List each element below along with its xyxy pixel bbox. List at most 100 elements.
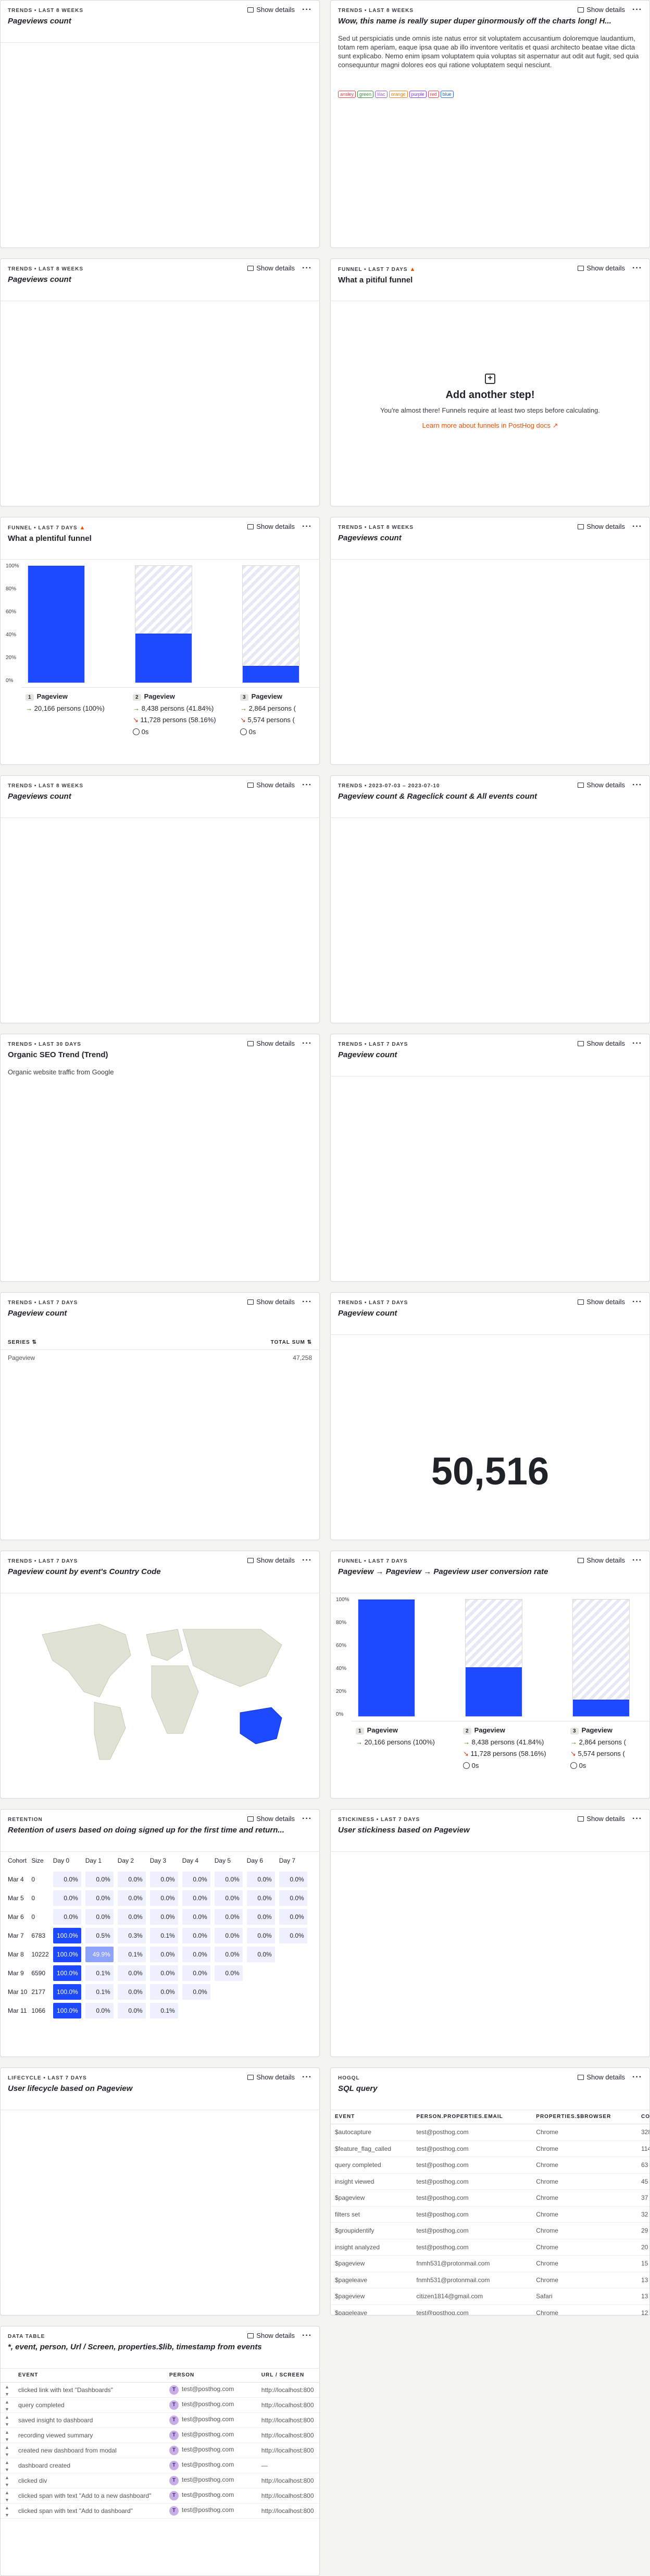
retention-cell[interactable]: 100.0% — [53, 1928, 81, 1943]
show-details-button[interactable]: Show details — [247, 523, 295, 530]
more-options-button[interactable]: ··· — [302, 781, 312, 789]
retention-cell[interactable]: 0.0% — [149, 1890, 178, 1906]
retention-cell[interactable]: 0.0% — [182, 1890, 210, 1906]
funnel-conversion-bar[interactable] — [573, 1700, 629, 1716]
map-africa[interactable] — [151, 1665, 199, 1734]
more-options-button[interactable]: ··· — [302, 1039, 312, 1047]
retention-cell[interactable]: 100.0% — [53, 1947, 81, 1962]
retention-cell[interactable]: 0.0% — [53, 1890, 81, 1906]
retention-cell[interactable]: 0.0% — [149, 1909, 178, 1925]
retention-cell[interactable]: 0.0% — [85, 1890, 114, 1906]
sql-column-header[interactable]: EVENT — [331, 2110, 413, 2124]
retention-cell[interactable] — [182, 2003, 210, 2018]
expand-row-icon[interactable]: ▲ ▼ — [5, 2445, 9, 2457]
retention-cell[interactable]: 49.9% — [85, 1947, 114, 1962]
retention-cell[interactable]: 0.0% — [117, 2003, 146, 2018]
retention-cell[interactable]: 0.0% — [182, 1872, 210, 1887]
retention-cell[interactable]: 0.0% — [214, 1947, 243, 1962]
data-column-header[interactable]: URL / SCREEN — [257, 2368, 319, 2383]
col-series[interactable]: SERIES ⇅ — [8, 1340, 37, 1345]
person-cell[interactable]: Ttest@posthog.com — [165, 2473, 257, 2488]
map-australia[interactable] — [240, 1707, 282, 1744]
data-column-header[interactable]: PERSON — [165, 2368, 257, 2383]
retention-cell[interactable]: 0.1% — [149, 2003, 178, 2018]
sql-column-header[interactable]: PROPERTIES.$BROWSER — [532, 2110, 637, 2124]
retention-cell[interactable] — [279, 2003, 307, 2018]
retention-cell[interactable]: 100.0% — [53, 1965, 81, 1981]
retention-cell[interactable]: 0.1% — [149, 1928, 178, 1943]
sql-column-header[interactable]: COU — [637, 2110, 649, 2124]
table-row[interactable]: ▲ ▼ query completed Ttest@posthog.com htt… — [1, 2397, 319, 2413]
more-options-button[interactable]: ··· — [302, 2073, 312, 2081]
person-cell[interactable]: Ttest@posthog.com — [165, 2397, 257, 2413]
retention-cell[interactable] — [247, 1984, 275, 2000]
retention-cell[interactable]: 0.1% — [117, 1947, 146, 1962]
funnel-conversion-bar[interactable] — [358, 1600, 415, 1716]
funnel-bar-step-2[interactable] — [135, 565, 192, 683]
table-row[interactable]: ▲ ▼ clicked span with text "Add to dashbo… — [1, 2503, 319, 2519]
map-north-america[interactable] — [42, 1624, 131, 1698]
retention-cell[interactable] — [279, 1947, 307, 1962]
sql-column-header[interactable]: PERSON.PROPERTIES.EMAIL — [412, 2110, 532, 2124]
show-details-button[interactable]: Show details — [578, 264, 625, 272]
map-south-america[interactable] — [94, 1702, 126, 1760]
show-details-button[interactable]: Show details — [247, 2073, 295, 2081]
col-total[interactable]: TOTAL SUM ⇅ — [271, 1340, 312, 1345]
person-cell[interactable]: Ttest@posthog.com — [165, 2443, 257, 2458]
retention-cell[interactable]: 0.0% — [279, 1928, 307, 1943]
person-cell[interactable]: Ttest@posthog.com — [165, 2412, 257, 2428]
person-cell[interactable]: Ttest@posthog.com — [165, 2488, 257, 2504]
tag[interactable]: ansley — [338, 91, 356, 98]
person-cell[interactable]: Ttest@posthog.com — [165, 2428, 257, 2443]
person-cell[interactable]: Ttest@posthog.com — [165, 2503, 257, 2519]
more-options-button[interactable]: ··· — [302, 522, 312, 530]
table-row[interactable]: ▲ ▼ recording viewed summary Ttest@postho… — [1, 2428, 319, 2443]
more-options-button[interactable]: ··· — [632, 1039, 642, 1047]
tag[interactable]: orange — [389, 91, 408, 98]
show-details-button[interactable]: Show details — [578, 6, 625, 14]
expand-row-icon[interactable]: ▲ ▼ — [5, 2490, 9, 2503]
retention-cell[interactable]: 0.0% — [182, 1984, 210, 2000]
expand-row-icon[interactable]: ▲ ▼ — [5, 2384, 9, 2397]
data-column-header[interactable]: EVENT — [14, 2368, 165, 2383]
retention-cell[interactable]: 0.0% — [214, 1890, 243, 1906]
retention-cell[interactable]: 100.0% — [53, 1984, 81, 2000]
funnel-bar-step-1[interactable] — [28, 565, 85, 683]
show-details-button[interactable]: Show details — [247, 781, 295, 789]
retention-cell[interactable]: 0.0% — [214, 1909, 243, 1925]
retention-cell[interactable]: 0.0% — [149, 1947, 178, 1962]
show-details-button[interactable]: Show details — [247, 6, 295, 14]
more-options-button[interactable]: ··· — [302, 5, 312, 14]
funnel-bar-step-3[interactable] — [572, 1599, 630, 1717]
retention-cell[interactable]: 0.0% — [182, 1909, 210, 1925]
retention-cell[interactable]: 0.0% — [279, 1890, 307, 1906]
retention-cell[interactable]: 0.0% — [53, 1872, 81, 1887]
retention-cell[interactable]: 0.0% — [53, 1909, 81, 1925]
more-options-button[interactable]: ··· — [632, 522, 642, 530]
retention-cell[interactable]: 0.0% — [214, 1965, 243, 1981]
funnel-bar-step-1[interactable] — [358, 1599, 415, 1717]
retention-cell[interactable]: 0.0% — [246, 1947, 275, 1962]
expand-row-icon[interactable]: ▲ ▼ — [5, 2460, 9, 2472]
show-details-button[interactable]: Show details — [578, 1298, 625, 1306]
retention-cell[interactable]: 0.0% — [246, 1872, 275, 1887]
retention-cell[interactable]: 0.0% — [182, 1947, 210, 1962]
more-options-button[interactable]: ··· — [302, 1556, 312, 1564]
funnel-docs-link[interactable]: Learn more about funnels in PostHog docs… — [331, 422, 649, 430]
retention-cell[interactable]: 0.0% — [214, 1928, 243, 1943]
retention-cell[interactable]: 0.1% — [85, 1965, 114, 1981]
expand-row-icon[interactable]: ▲ ▼ — [5, 2505, 9, 2518]
tag[interactable]: green — [357, 91, 374, 98]
map-asia[interactable] — [182, 1629, 282, 1687]
expand-row-icon[interactable]: ▲ ▼ — [5, 2399, 9, 2412]
retention-cell[interactable] — [215, 2003, 243, 2018]
more-options-button[interactable]: ··· — [632, 5, 642, 14]
retention-cell[interactable]: 0.0% — [117, 1872, 146, 1887]
table-row[interactable]: ▲ ▼ clicked link with text "Dashboards" T… — [1, 2382, 319, 2398]
more-options-button[interactable]: ··· — [632, 781, 642, 789]
show-details-button[interactable]: Show details — [578, 1815, 625, 1823]
more-options-button[interactable]: ··· — [632, 264, 642, 272]
more-options-button[interactable]: ··· — [302, 1814, 312, 1823]
expand-row-icon[interactable]: ▲ ▼ — [5, 2430, 9, 2442]
retention-cell[interactable]: 0.1% — [85, 1984, 114, 2000]
